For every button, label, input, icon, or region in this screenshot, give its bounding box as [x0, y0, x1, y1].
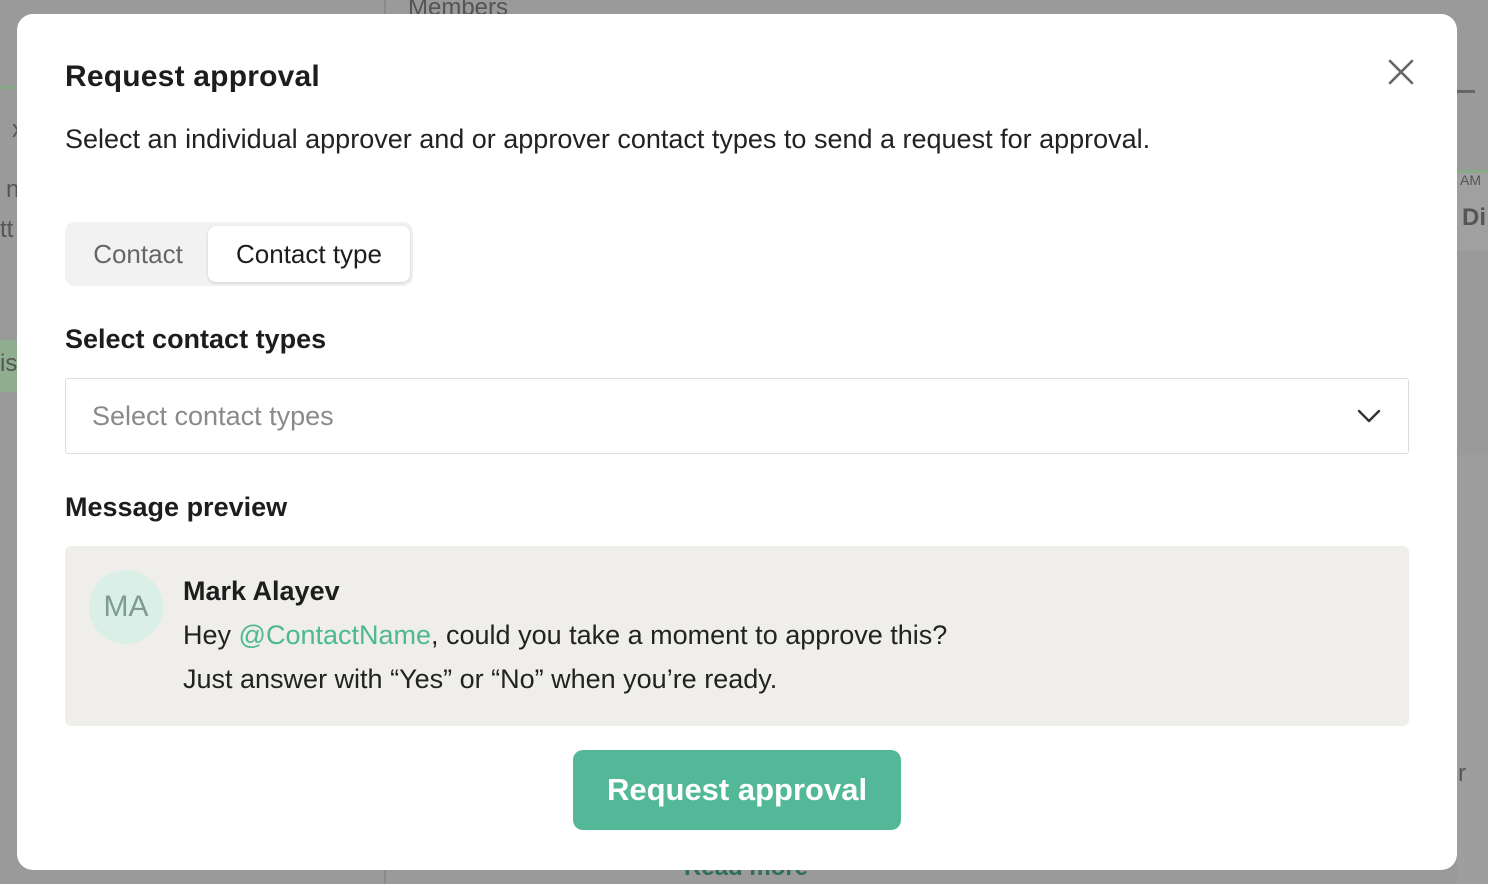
background-dash	[1457, 90, 1475, 93]
background-fragment: AM	[1460, 172, 1481, 188]
modal-title: Request approval	[65, 60, 320, 93]
close-button[interactable]	[1383, 54, 1419, 90]
contact-types-label: Select contact types	[65, 324, 327, 354]
approver-mode-toggle: Contact Contact type	[65, 222, 413, 286]
background-fragment: is	[0, 350, 18, 377]
background-accent-edge	[0, 86, 17, 89]
message-preview-label: Message preview	[65, 492, 288, 522]
chevron-down-icon	[1357, 409, 1381, 423]
message-request: , could you take a moment to approve thi…	[431, 620, 948, 650]
contact-mention: @ContactName	[238, 620, 432, 650]
message-greeting: Hey	[183, 620, 239, 650]
avatar: MA	[89, 570, 163, 644]
message-line-2: Just answer with “Yes” or “No” when you’…	[183, 664, 778, 694]
background-fragment: tt	[0, 216, 14, 243]
request-approval-button[interactable]: Request approval	[573, 750, 901, 830]
background-panel	[1457, 455, 1488, 884]
contact-types-select[interactable]: Select contact types	[65, 378, 1409, 454]
contact-types-placeholder: Select contact types	[92, 401, 334, 431]
request-approval-modal: Request approval Select an individual ap…	[17, 14, 1457, 870]
tab-contact-type[interactable]: Contact type	[208, 226, 410, 282]
sender-name: Mark Alayev	[183, 576, 340, 606]
message-preview: MA Mark Alayev Hey @ContactName, could y…	[65, 546, 1409, 726]
close-icon	[1388, 59, 1414, 85]
modal-description: Select an individual approver and or app…	[65, 124, 1151, 154]
tab-contact[interactable]: Contact	[68, 226, 208, 282]
message-line-1: Hey @ContactName, could you take a momen…	[183, 620, 947, 651]
background-fragment: Di	[1462, 204, 1486, 231]
background-fragment: r	[1458, 760, 1466, 787]
